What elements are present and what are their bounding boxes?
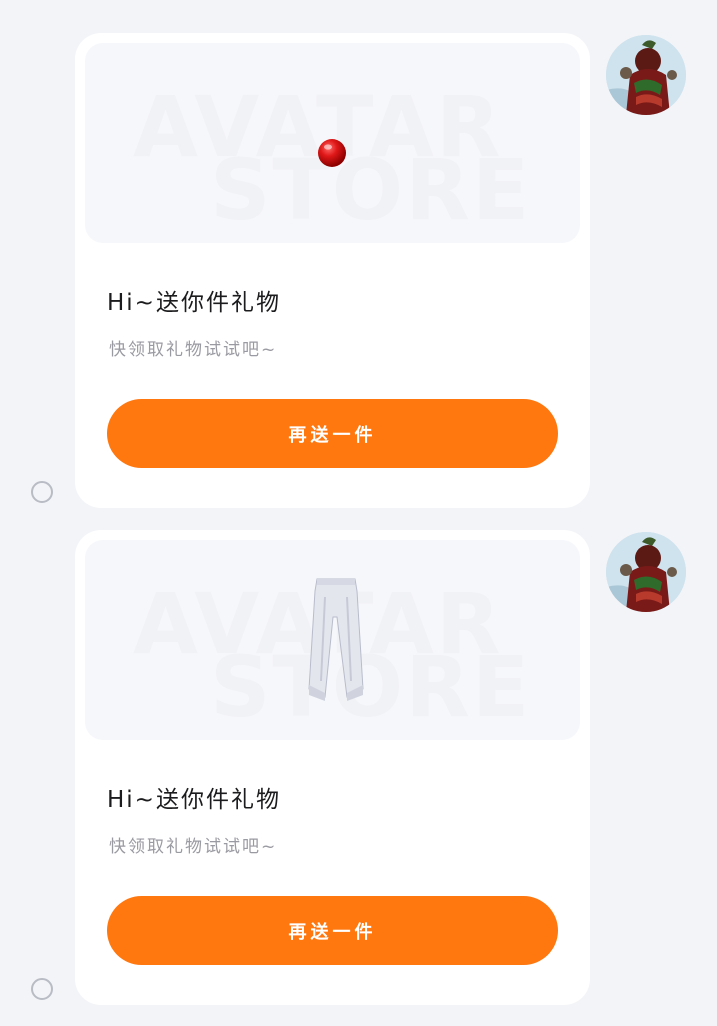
avatar[interactable] — [606, 35, 686, 115]
gift-subtitle: 快领取礼物试试吧~ — [109, 837, 278, 857]
watermark-store: STORE — [210, 638, 532, 736]
gift-card[interactable]: AVATAR STORE Hi~送你件礼物 快领取礼物试试吧~ 再送一件 — [75, 530, 590, 1005]
avatar-icon — [606, 35, 686, 115]
select-radio[interactable] — [31, 481, 53, 503]
white-pants-icon — [308, 578, 364, 701]
gift-subtitle: 快领取礼物试试吧~ — [109, 340, 278, 360]
gift-card[interactable]: AVATAR STORE Hi~送你件礼物 快领取礼物试试吧~ 再送一件 — [75, 33, 590, 508]
watermark-store: STORE — [210, 141, 532, 239]
send-another-button[interactable]: 再送一件 — [107, 399, 558, 468]
gift-message: AVATAR STORE Hi~送你件礼物 快领取礼物试试吧~ 再送一件 — [0, 530, 717, 1010]
send-another-button[interactable]: 再送一件 — [107, 896, 558, 965]
avatar[interactable] — [606, 532, 686, 612]
gift-preview: AVATAR STORE — [85, 540, 580, 740]
select-radio[interactable] — [31, 978, 53, 1000]
gift-title: Hi~送你件礼物 — [107, 787, 281, 813]
gift-preview: AVATAR STORE — [85, 43, 580, 243]
avatar-icon — [606, 532, 686, 612]
red-ball-icon — [318, 139, 346, 167]
gift-message: AVATAR STORE Hi~送你件礼物 快领取礼物试试吧~ 再送一件 — [0, 33, 717, 513]
gift-title: Hi~送你件礼物 — [107, 290, 281, 316]
